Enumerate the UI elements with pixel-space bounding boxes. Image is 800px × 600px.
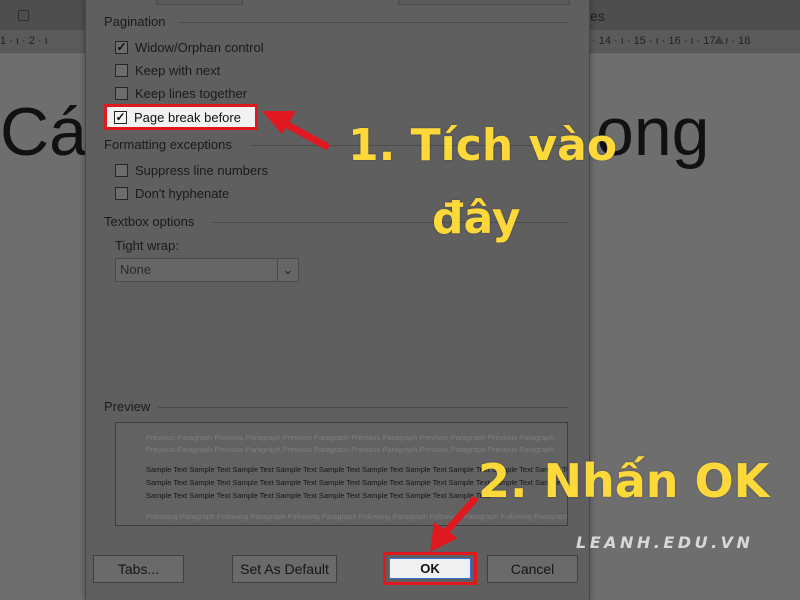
formatting-section-title: Formatting exceptions: [104, 137, 232, 152]
option-keep-lines-together[interactable]: Keep lines together: [115, 83, 247, 103]
option-label: Widow/Orphan control: [135, 39, 264, 55]
option-label: Suppress line numbers: [135, 162, 268, 178]
checkbox-keep-with-next[interactable]: [115, 63, 128, 77]
checkbox-dont-hyphenate[interactable]: [115, 186, 128, 200]
ruler-right-ticks: · 14 · ı · 15 · ı · 16 · ı · 17 · ı · 18: [592, 35, 751, 47]
tight-wrap-value: None: [120, 262, 152, 277]
dialog-launcher-icon[interactable]: [18, 10, 29, 21]
set-as-default-button[interactable]: Set As Default: [232, 555, 337, 583]
ruler-left-ticks: 1 · ı · 2 · ı: [0, 35, 48, 47]
annotation-step-1-line-2: đây: [432, 193, 521, 244]
preview-section-title: Preview: [104, 399, 151, 414]
textbox-section-title: Textbox options: [104, 214, 195, 229]
option-label: Don't hyphenate: [135, 185, 230, 201]
chevron-down-icon[interactable]: ⌄: [277, 259, 298, 281]
option-label: Keep lines together: [135, 85, 248, 101]
pagination-section-title: Pagination: [104, 14, 166, 29]
checkbox-widow-orphan[interactable]: [115, 40, 128, 54]
checkbox-keep-lines-together[interactable]: [115, 86, 128, 100]
option-widow-orphan-control[interactable]: Widow/Orphan control: [115, 37, 264, 57]
tabs-button[interactable]: Tabs...: [93, 555, 184, 583]
checkbox-suppress-line-numbers[interactable]: [115, 163, 128, 177]
annotation-step-1: 1. Tích vào: [348, 120, 618, 171]
ok-button[interactable]: OK: [389, 558, 471, 579]
option-page-break-before[interactable]: Page break before: [107, 107, 255, 127]
option-keep-with-next[interactable]: Keep with next: [115, 60, 220, 80]
option-dont-hyphenate[interactable]: Don't hyphenate: [115, 183, 229, 203]
option-suppress-line-numbers[interactable]: Suppress line numbers: [115, 160, 268, 180]
option-label: Keep with next: [135, 62, 221, 78]
preview-divider: [158, 407, 568, 408]
checkbox-page-break-before[interactable]: [114, 110, 127, 124]
dialog-tab-left[interactable]: [156, 0, 243, 5]
cancel-button[interactable]: Cancel: [487, 555, 578, 583]
highlight-ok-button: OK: [383, 552, 477, 585]
ruler-indent-marker[interactable]: [714, 36, 724, 44]
preview-previous-1: Previous Paragraph Previous Paragraph Pr…: [146, 433, 555, 442]
tight-wrap-select[interactable]: None ⌄: [115, 258, 299, 282]
tight-wrap-label: Tight wrap:: [115, 238, 179, 253]
dialog-tab-right[interactable]: [398, 0, 570, 5]
annotation-step-2: 2. Nhấn OK: [478, 454, 770, 508]
option-label: Page break before: [134, 109, 241, 125]
highlight-page-break-before: Page break before: [104, 104, 258, 130]
preview-sample-3: Sample Text Sample Text Sample Text Samp…: [146, 491, 490, 500]
pagination-divider: [178, 22, 568, 23]
preview-following-1: Following Paragraph Following Paragraph …: [146, 512, 568, 521]
watermark-logo: LEANH.EDU.VN: [576, 533, 754, 552]
